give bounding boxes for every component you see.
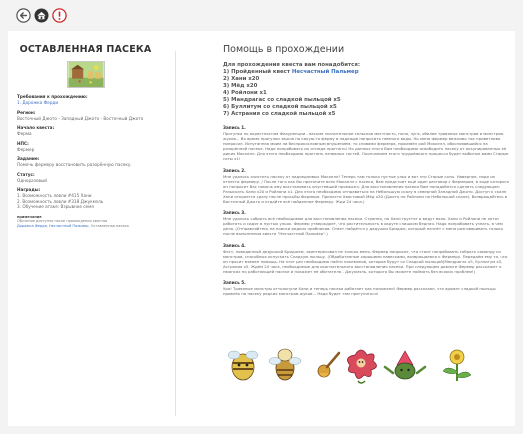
region-value: Восточный Джото - Западный Джото - Восто…: [17, 115, 144, 121]
page-title: Помощь в прохождении: [223, 44, 345, 55]
column-divider: [175, 51, 176, 416]
honey-dipper-image: [317, 351, 341, 378]
step-entry-1: Запись 1. Прогулка по окрестностям Флаур…: [223, 125, 510, 162]
requirement-item: 4) Ройлони х1: [223, 90, 267, 96]
green-plant-creature-image: [383, 350, 427, 380]
home-button[interactable]: [34, 8, 49, 23]
requirement-item: 1) Пройденный квест Несчастный Пальмер: [223, 69, 510, 76]
walkthrough: Помощь в прохождении Для прохождения кве…: [223, 44, 510, 296]
yellow-flower-creature-image: [442, 349, 472, 381]
status-value: Одноразовый: [17, 177, 47, 183]
exclamation-icon: [52, 8, 67, 23]
requirement-item: 7) Астрания со сладкой пыльцой х5: [223, 111, 336, 117]
note-links: Дорожка Ферди, Несчастный Пальмер, Остав…: [17, 223, 129, 228]
alert-button[interactable]: [52, 8, 67, 23]
arrow-left-icon: [16, 8, 31, 23]
requirement-item: 5) Мандрагас со сладкой пыльцой х5: [223, 97, 341, 103]
requirement-item: 3) Мёд х20: [223, 83, 258, 89]
step-text: Мне удалось собрать всё необходимое для …: [223, 216, 503, 237]
requirements-list: 1) Пройденный квест Несчастный Пальмер 2…: [223, 69, 510, 118]
home-icon: [34, 8, 49, 23]
requirement-item: 6) Буллитум со сладкой пыльцой х5: [223, 104, 337, 110]
reward-item: 3. Обучение атаке: Взрывное семя: [17, 204, 94, 209]
pink-flower-creature-image: [347, 349, 377, 384]
requirement-item: 2) Хани х20: [223, 76, 260, 82]
step-text: Ура! Травяные монстры оттолкнули Хани и …: [223, 285, 496, 297]
step-entry-5: Запись 5. Ура! Травяные монстры оттолкну…: [223, 280, 510, 296]
note-link-ferdi[interactable]: Дорожка Ферди: [17, 224, 47, 228]
creature-gallery: [227, 348, 472, 384]
step-entry-4: Запись 4. Фест, поведанный дедушкой Брид…: [223, 243, 510, 274]
quest-start-value: Ферма: [17, 131, 32, 136]
note-link-palmer[interactable]: Несчастный Пальмер: [49, 224, 88, 228]
requirements-intro: Для прохождения квеста вам понадобится:: [223, 62, 360, 68]
step-text: Прогулка по окрестностям Флауренции - ве…: [223, 131, 509, 162]
top-nav: [16, 8, 67, 23]
back-button[interactable]: [16, 8, 31, 23]
step-entry-3: Запись 3. Мне удалось собрать всё необхо…: [223, 210, 510, 236]
step-text: Мне удалось очистить пасеку от надоедлив…: [223, 173, 509, 205]
step-text: Фест, поведанный дедушкой Бриджем, заинт…: [223, 248, 508, 274]
quest-title: ОСТАВЛЕННАЯ ПАСЕКА: [19, 44, 152, 55]
requirement-text: 1) Пройденный квест: [223, 69, 292, 75]
npc-value: Фермер: [17, 146, 35, 152]
quest-sidebar: ОСТАВЛЕННАЯ ПАСЕКА Требования к прохожде…: [17, 44, 154, 228]
prereq-link[interactable]: 1. Дорожка Ферди: [17, 100, 154, 106]
task-value: Помочь фермеру восстановить разорённую п…: [17, 162, 132, 167]
step-entry-2: Запись 2. Мне удалось очистить пасеку от…: [223, 168, 510, 205]
bee-creature-2-image: [268, 348, 302, 381]
quest-image: [66, 61, 105, 88]
note-tail: Оставленная пасека: [90, 223, 129, 228]
bee-creature-1-image: [227, 350, 259, 381]
requirement-link[interactable]: Несчастный Пальмер: [292, 69, 359, 75]
